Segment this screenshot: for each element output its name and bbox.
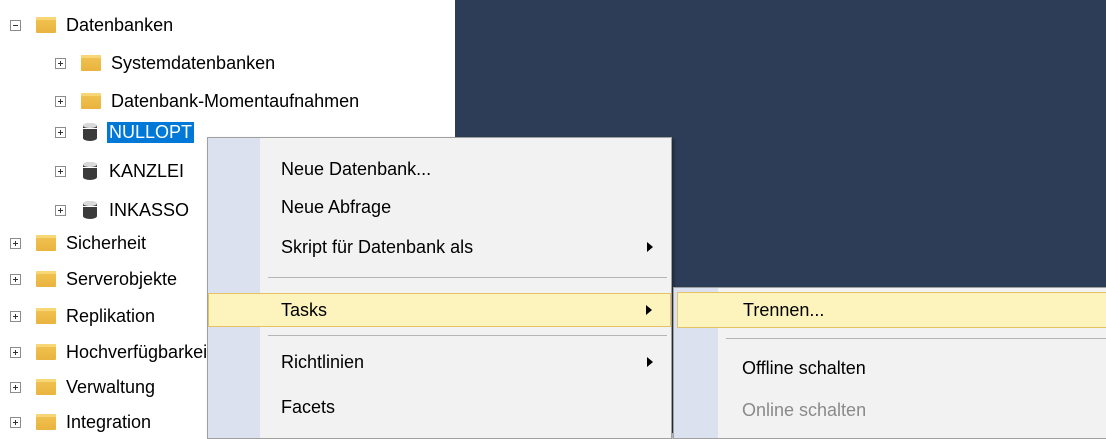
menu-separator: [726, 338, 1106, 339]
menu-item-label: Richtlinien: [281, 351, 365, 372]
database-icon: [83, 201, 97, 219]
expand-icon[interactable]: [10, 237, 21, 249]
submenu-arrow-icon: [647, 242, 653, 252]
expand-icon[interactable]: [10, 273, 21, 285]
tree-node-label: Systemdatenbanken: [111, 52, 276, 73]
tree-node-label: Integration: [66, 411, 152, 432]
tree-node-serverobjekte[interactable]: Serverobjekte: [10, 264, 177, 294]
menu-item-neue-datenbank[interactable]: Neue Datenbank...: [208, 152, 671, 186]
menu-item-richtlinien[interactable]: Richtlinien: [208, 345, 671, 379]
tree-node-systemdatenbanken[interactable]: Systemdatenbanken: [55, 48, 275, 78]
menu-item-label: Neue Abfrage: [281, 196, 392, 217]
menu-item-label: Facets: [281, 396, 336, 417]
tree-node-verwaltung[interactable]: Verwaltung: [10, 372, 155, 402]
tree-node-replikation[interactable]: Replikation: [10, 301, 155, 331]
tree-node-datenbanken[interactable]: Datenbanken: [10, 10, 173, 40]
folder-icon: [36, 235, 56, 251]
tree-node-label: NULLOPT: [105, 120, 196, 144]
expand-icon[interactable]: [55, 165, 66, 177]
tree-node-label: Sicherheit: [66, 232, 147, 253]
expand-icon[interactable]: [10, 346, 21, 358]
folder-icon: [36, 271, 56, 287]
database-icon: [83, 162, 97, 180]
expand-icon[interactable]: [55, 204, 66, 216]
tree-node-inkasso[interactable]: INKASSO: [55, 195, 189, 225]
menu-item-skript-fuer-datenbank-als[interactable]: Skript für Datenbank als: [208, 230, 671, 264]
tree-node-label: Datenbanken: [66, 14, 174, 35]
expand-icon[interactable]: [55, 126, 66, 138]
database-icon: [83, 123, 97, 141]
submenu-arrow-icon: [646, 305, 652, 315]
tree-node-label: Serverobjekte: [66, 268, 178, 289]
menu-separator: [268, 277, 667, 278]
folder-icon: [36, 414, 56, 430]
folder-icon: [81, 55, 101, 71]
menu-item-neue-abfrage[interactable]: Neue Abfrage: [208, 190, 671, 224]
expand-icon[interactable]: [10, 416, 21, 428]
menu-item-label: Skript für Datenbank als: [281, 236, 474, 257]
tree-node-datenbank-momentaufnahmen[interactable]: Datenbank-Momentaufnahmen: [55, 86, 359, 116]
folder-icon: [36, 379, 56, 395]
tree-node-label: Hochverfügbarkeit: [66, 341, 213, 362]
menu-item-label: Tasks: [281, 299, 328, 320]
expand-icon[interactable]: [10, 310, 21, 322]
tree-node-label: Replikation: [66, 305, 156, 326]
menu-item-trennen[interactable]: Trennen...: [677, 292, 1106, 328]
menu-separator: [268, 335, 667, 336]
submenu-arrow-icon: [647, 357, 653, 367]
folder-icon: [81, 93, 101, 109]
expand-icon[interactable]: [55, 95, 66, 107]
folder-icon: [36, 17, 56, 33]
menu-item-label: Neue Datenbank...: [281, 158, 432, 179]
menu-item-online-schalten: Online schalten: [674, 393, 1106, 427]
context-menu: Neue Datenbank... Neue Abfrage Skript fü…: [207, 137, 672, 439]
menu-item-label: Trennen...: [743, 299, 825, 320]
collapse-icon[interactable]: [10, 19, 21, 31]
tree-node-label: Verwaltung: [66, 376, 156, 397]
tree-node-hochverfuegbarkeit[interactable]: Hochverfügbarkeit: [10, 337, 212, 367]
folder-icon: [36, 344, 56, 360]
tasks-submenu: Trennen... Offline schalten Online schal…: [673, 287, 1106, 439]
expand-icon[interactable]: [55, 57, 66, 69]
menu-item-offline-schalten[interactable]: Offline schalten: [674, 351, 1106, 385]
tree-node-nullopt[interactable]: NULLOPT: [55, 117, 196, 147]
folder-icon: [36, 308, 56, 324]
tree-node-sicherheit[interactable]: Sicherheit: [10, 228, 146, 258]
tree-node-label: Datenbank-Momentaufnahmen: [111, 90, 360, 111]
expand-icon[interactable]: [10, 381, 21, 393]
tree-node-label: INKASSO: [109, 199, 190, 220]
menu-item-tasks[interactable]: Tasks: [208, 293, 671, 327]
tree-node-label: KANZLEI: [109, 160, 185, 181]
menu-item-label: Offline schalten: [742, 357, 866, 378]
tree-node-kanzlei[interactable]: KANZLEI: [55, 156, 184, 186]
menu-item-label: Online schalten: [742, 399, 867, 420]
menu-item-facets[interactable]: Facets: [208, 390, 671, 424]
